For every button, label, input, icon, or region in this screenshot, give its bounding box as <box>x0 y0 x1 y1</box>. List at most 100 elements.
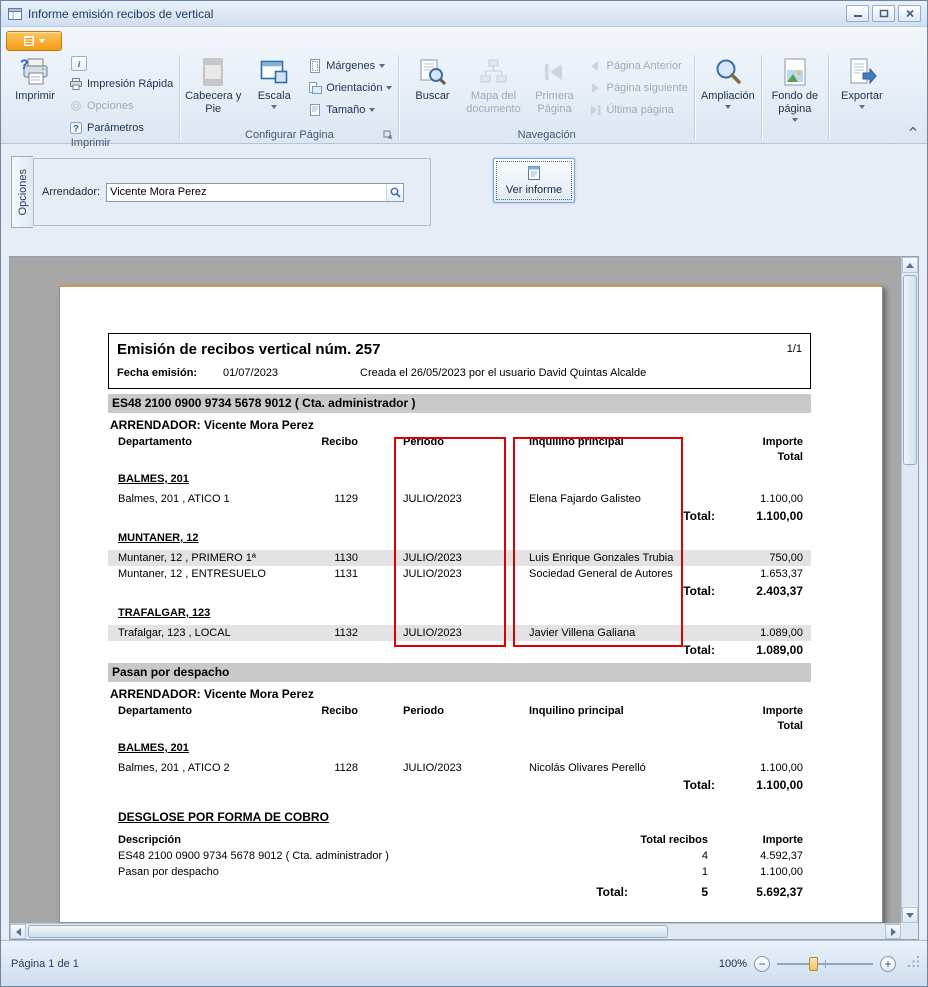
arrendador-line: ARRENDADOR: Vicente Mora Perez <box>108 687 811 702</box>
minimize-button[interactable] <box>846 5 869 22</box>
group-label-navegacion: Navegación <box>402 127 690 143</box>
ribbon-separator <box>828 55 829 140</box>
first-page-button[interactable]: Primera Página <box>524 53 584 118</box>
horizontal-scroll-thumb[interactable] <box>28 925 668 938</box>
ribbon-separator <box>398 55 399 140</box>
lookup-button[interactable] <box>386 184 403 201</box>
quick-print-icon <box>69 77 83 91</box>
report-row: Balmes, 201 , ATICO 2 1128 JULIO/2023 Ni… <box>108 760 811 776</box>
resize-grip-icon[interactable] <box>907 955 921 969</box>
margins-button[interactable]: Márgenes <box>305 56 395 75</box>
dialog-launcher-icon[interactable] <box>381 128 395 142</box>
scale-icon <box>258 56 290 88</box>
ribbon-group-configurar-pagina: Cabecera y Pie Escala Márgenes <box>181 52 397 143</box>
vertical-scrollbar[interactable] <box>901 257 918 923</box>
ribbon: ? Imprimir i Impresión Rápida Opciones <box>1 27 927 144</box>
statusbar: Página 1 de 1 100% − + <box>1 940 927 986</box>
maximize-icon <box>879 9 889 18</box>
export-button[interactable]: Exportar <box>832 53 892 111</box>
search-button[interactable]: Buscar <box>402 53 462 105</box>
previous-page-button[interactable]: Página Anterior <box>585 56 690 75</box>
maximize-button[interactable] <box>872 5 895 22</box>
app-icon <box>7 6 23 22</box>
application-menu-button[interactable] <box>6 31 62 51</box>
margins-icon <box>308 59 322 73</box>
zoom-slider[interactable] <box>777 956 873 972</box>
creada-text: Creada el 26/05/2023 por el usuario Davi… <box>360 367 646 379</box>
last-page-icon <box>588 103 602 117</box>
group-title: BALMES, 201 <box>118 742 811 755</box>
scroll-down-button[interactable] <box>902 907 918 923</box>
group-total: Total:1.100,00 <box>108 778 811 793</box>
ver-informe-button[interactable]: Ver informe <box>493 158 575 203</box>
tab-opciones[interactable]: Opciones <box>11 156 33 228</box>
scroll-right-button[interactable] <box>885 924 901 939</box>
arrendador-label: Arrendador: <box>42 186 100 198</box>
page-size-icon <box>308 103 322 117</box>
options-gear-icon <box>69 99 83 113</box>
report-page: Emisión de recibos vertical núm. 257 1/1… <box>59 285 883 923</box>
export-icon <box>846 56 878 88</box>
horizontal-scrollbar[interactable] <box>10 923 901 939</box>
chevron-down-icon <box>369 108 375 112</box>
zoom-value: 100% <box>719 958 747 970</box>
arrow-left-icon <box>16 928 21 936</box>
ribbon-group-fondo: Fondo de página <box>763 52 827 143</box>
search-icon <box>389 186 402 199</box>
page-info: Página 1 de 1 <box>11 958 79 970</box>
group-label-imprimir: Imprimir <box>5 137 176 149</box>
page-indicator: 1/1 <box>787 341 802 355</box>
annotation-box-periodo <box>394 437 506 647</box>
size-button[interactable]: Tamaño <box>305 100 395 119</box>
chevron-down-icon <box>386 86 392 90</box>
ribbon-tab-row <box>1 29 927 51</box>
arrendador-field-wrap <box>106 183 404 202</box>
first-page-icon <box>538 56 570 88</box>
close-icon <box>905 9 915 18</box>
chevron-down-icon <box>39 39 45 43</box>
zoom-slider-thumb[interactable] <box>809 957 818 971</box>
minimize-icon <box>853 9 863 18</box>
scroll-left-button[interactable] <box>10 924 26 939</box>
ribbon-group-imprimir: ? Imprimir i Impresión Rápida Opciones <box>3 52 178 143</box>
chevron-up-icon <box>908 124 918 134</box>
zoom-in-button[interactable]: + <box>880 956 896 972</box>
zoom-out-button[interactable]: − <box>754 956 770 972</box>
parameters-button[interactable]: ? Parámetros <box>66 118 176 137</box>
annotation-box-inquilino <box>513 437 683 647</box>
print-button[interactable]: ? Imprimir <box>5 53 65 105</box>
document-map-button[interactable]: Mapa del documento <box>463 53 523 118</box>
svg-text:?: ? <box>20 56 29 72</box>
titlebar: Informe emisión recibos de vertical <box>1 1 927 27</box>
desglose-title: DESGLOSE POR FORMA DE COBRO <box>118 810 329 824</box>
report-icon <box>23 35 35 47</box>
svg-text:i: i <box>78 59 81 69</box>
vertical-scroll-thumb[interactable] <box>903 275 917 465</box>
page-background-button[interactable]: Fondo de página <box>765 53 825 124</box>
chevron-down-icon <box>859 105 865 109</box>
ribbon-separator <box>179 55 180 140</box>
fecha-emision-label: Fecha emisión: <box>117 367 223 379</box>
quick-print-button[interactable]: Impresión Rápida <box>66 74 176 93</box>
svg-text:?: ? <box>73 123 79 133</box>
scale-button[interactable]: Escala <box>244 53 304 111</box>
page-background-icon <box>779 56 811 88</box>
zoom-button[interactable]: Ampliación <box>698 53 758 111</box>
options-panel: Arrendador: <box>33 158 431 226</box>
scroll-up-button[interactable] <box>902 257 918 273</box>
document-map-icon <box>477 56 509 88</box>
next-page-button[interactable]: Página siguiente <box>585 78 690 97</box>
last-page-button[interactable]: Última página <box>585 100 690 119</box>
collapse-ribbon-button[interactable] <box>904 121 921 137</box>
arrendador-input[interactable] <box>107 184 386 201</box>
print-options-button[interactable]: Opciones <box>66 96 176 115</box>
ribbon-separator <box>694 55 695 140</box>
info-button[interactable]: i <box>71 56 87 71</box>
close-button[interactable] <box>898 5 921 22</box>
orientation-button[interactable]: Orientación <box>305 78 395 97</box>
plus-icon: + <box>884 958 891 970</box>
arrendador-line: ARRENDADOR: Vicente Mora Perez <box>108 418 811 433</box>
header-footer-button[interactable]: Cabecera y Pie <box>183 53 243 118</box>
app-window: Informe emisión recibos de vertical ? Im… <box>0 0 928 987</box>
arrow-right-icon <box>891 928 896 936</box>
